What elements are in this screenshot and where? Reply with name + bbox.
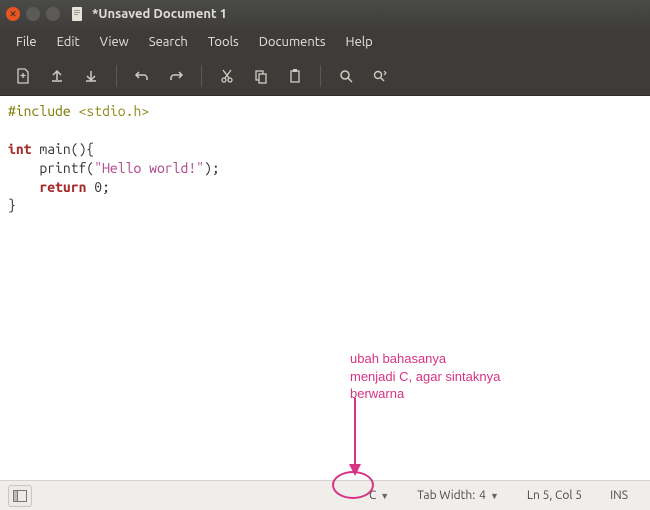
cut-button[interactable] (212, 61, 242, 91)
toolbar (0, 56, 650, 96)
menu-file[interactable]: File (6, 31, 47, 53)
chevron-down-icon: ▼ (490, 491, 499, 501)
new-file-button[interactable] (8, 61, 38, 91)
maximize-button[interactable] (46, 7, 60, 21)
menu-edit[interactable]: Edit (47, 31, 90, 53)
menu-view[interactable]: View (90, 31, 139, 53)
search-button[interactable] (331, 61, 361, 91)
menu-tools[interactable]: Tools (198, 31, 249, 53)
chevron-down-icon: ▼ (380, 491, 389, 501)
menu-documents[interactable]: Documents (249, 31, 336, 53)
statusbar: C ▼ Tab Width: 4 ▼ Ln 5, Col 5 INS (0, 480, 650, 510)
code-token: } (8, 197, 16, 213)
menubar: File Edit View Search Tools Documents He… (0, 28, 650, 56)
toolbar-separator (320, 65, 321, 87)
code-token: 0; (86, 179, 110, 195)
save-file-button[interactable] (76, 61, 106, 91)
undo-button[interactable] (127, 61, 157, 91)
side-panel-button[interactable] (8, 485, 32, 507)
copy-button[interactable] (246, 61, 276, 91)
insert-mode[interactable]: INS (596, 489, 642, 502)
code-token: ); (204, 160, 220, 176)
redo-button[interactable] (161, 61, 191, 91)
code-token: <stdio.h> (79, 103, 150, 119)
paste-button[interactable] (280, 61, 310, 91)
tabwidth-value: 4 (479, 489, 486, 502)
code-token: "Hello world!" (94, 160, 204, 176)
language-selector[interactable]: C ▼ (355, 489, 403, 502)
menu-help[interactable]: Help (336, 31, 383, 53)
tab-width-selector[interactable]: Tab Width: 4 ▼ (403, 489, 513, 502)
open-file-button[interactable] (42, 61, 72, 91)
language-label: C (369, 489, 376, 502)
code-token: main(){ (32, 141, 95, 157)
window-title: *Unsaved Document 1 (92, 7, 227, 21)
app-icon (70, 6, 86, 22)
cursor-position: Ln 5, Col 5 (513, 489, 596, 502)
minimize-button[interactable] (26, 7, 40, 21)
replace-button[interactable] (365, 61, 395, 91)
code-token: return (39, 179, 86, 195)
code-token: int (8, 141, 32, 157)
toolbar-separator (116, 65, 117, 87)
code-token (8, 179, 39, 195)
code-token: #include (8, 103, 71, 119)
close-button[interactable]: ✕ (6, 7, 20, 21)
toolbar-separator (201, 65, 202, 87)
editor-area[interactable]: #include <stdio.h> int main(){ printf("H… (0, 96, 650, 480)
menu-search[interactable]: Search (139, 31, 198, 53)
code-token: printf( (8, 160, 94, 176)
titlebar: ✕ *Unsaved Document 1 (0, 0, 650, 28)
tabwidth-label: Tab Width: (417, 489, 475, 502)
